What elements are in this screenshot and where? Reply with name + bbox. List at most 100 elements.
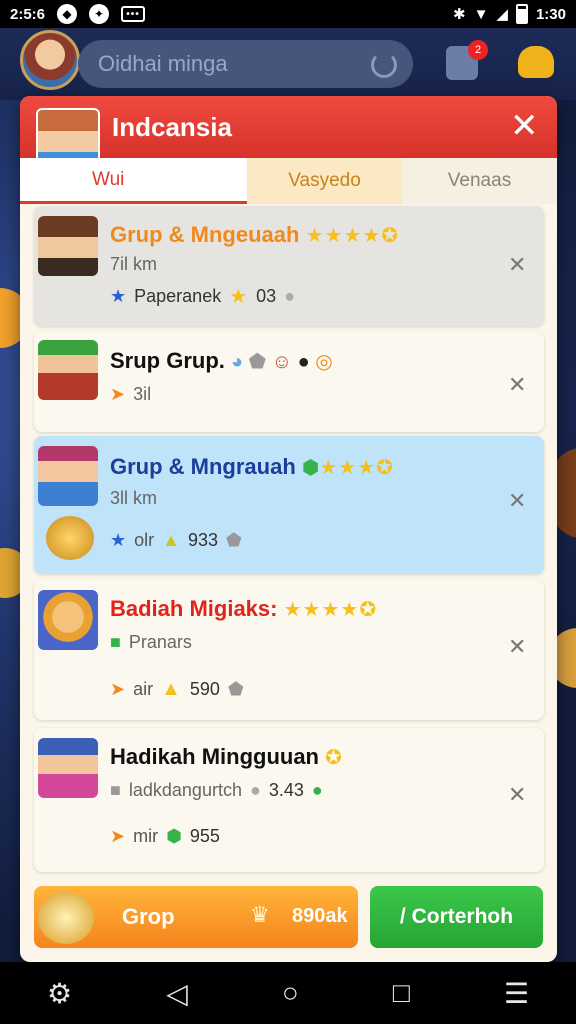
star-icon: ✪ [325,747,343,769]
list-item[interactable]: Grup & Mngrauah ⬢★★★✪ 3ll km ★ olr ▲ 933… [34,436,544,574]
tab-wui[interactable]: Wui [20,158,247,204]
item-title: Hadikah Mingguuan ✪ [110,744,343,770]
leaf-icon: ■ [110,632,121,652]
item-avatar [38,590,98,650]
group-button[interactable]: Grop ♛ 890ak [34,886,358,948]
badge-icon: ⬟ [227,679,244,699]
tab-vasyedo[interactable]: Vasyedo [247,158,402,204]
group-button-price: 890ak [292,905,348,927]
chat-icon[interactable] [518,46,554,78]
more-notifications-icon: ••• [121,6,146,22]
star-rating-icon: ★★★★✪ [305,225,400,247]
item-meta-row: ■ Pranars [110,632,192,653]
item-meta-label: Paperanek [134,286,222,306]
star-rating-icon: ⬢★★★✪ [301,457,394,479]
group-modal: Indcansia ✕ Wui Vasyedo Venaas Grup & Mn… [20,96,557,962]
item-avatar [38,446,98,506]
item-meta: ➤ mir ⬢ 955 [110,826,220,847]
star-icon: ★ [110,286,127,306]
search-input[interactable]: Oidhai minga [78,40,413,88]
item-meta-label: air [133,679,154,699]
item-meta-value: 955 [189,826,220,846]
app-notification-icon: ◆ [57,4,78,24]
status-time-right: 1:30 [535,5,566,23]
item-subtitle: ladkdangurtch [128,780,242,800]
list-item[interactable]: Badiah Migiaks: ★★★★✪ ■ Pranars ➤ air ▲ … [34,580,544,720]
item-meta: ➤ 3il [110,384,151,405]
modal-title: Indcansia [112,112,232,142]
badge-icon: ⬟ [226,530,242,550]
wifi-icon: ▼ [473,5,489,23]
close-icon[interactable]: ✕ [510,109,539,143]
tab-venaas[interactable]: Venaas [402,158,557,204]
remove-icon[interactable]: ✕ [508,488,526,514]
item-meta-label: mir [133,826,159,846]
item-meta-label: olr [134,530,155,550]
crown-icon: ▲ [162,530,180,550]
remove-icon[interactable]: ✕ [508,634,526,660]
back-icon[interactable]: ◁ [166,977,188,1010]
list-item[interactable]: Hadikah Mingguuan ✪ ■ ladkdangurtch ● 3.… [34,728,544,872]
group-button-label: Grop [122,904,175,929]
remove-icon[interactable]: ✕ [508,782,526,808]
crown-icon: ★ [229,286,249,308]
bluetooth-icon: ✱ [452,6,466,23]
item-meta-row: ■ ladkdangurtch ● 3.43 ● [110,780,323,801]
gem-icon: ⬢ [166,826,182,846]
item-avatar [38,738,98,798]
list-item[interactable]: Grup & Mngeuaah ★★★★✪ 7il km ★ Paperanek… [34,206,544,326]
remove-icon[interactable]: ✕ [508,252,526,278]
item-title: Srup Grup. ◕ ⬟ ☺ ● ◎ [110,348,333,374]
gem-icon: ● [311,780,323,800]
coin-pot-icon [38,892,94,944]
battery-icon [515,4,528,24]
item-avatar [38,340,98,400]
refresh-icon[interactable] [371,52,397,78]
profile-avatar[interactable] [20,30,80,90]
item-meta: ★ olr ▲ 933 ⬟ [110,530,242,551]
item-title-text: Badiah Migiaks: [110,596,278,621]
item-subtitle-value: 3.43 [268,780,304,800]
remove-icon[interactable]: ✕ [508,372,526,398]
item-subtitle: 3il [133,384,152,404]
bolt-icon: ➤ [110,826,126,846]
confirm-button[interactable]: / Corterhoh [370,886,543,948]
item-meta: ➤ air ▲ 590 ⬟ [110,678,244,701]
item-subtitle: 7il km [110,254,158,274]
search-placeholder: Oidhai minga [98,51,228,76]
item-meta: ★ Paperanek ★ 03 ● [110,284,295,309]
item-avatar [38,216,98,276]
item-meta-value: 03 [256,286,277,306]
signal-icon: ◢ [496,6,508,23]
tab-bar: Wui Vasyedo Venaas [20,158,557,204]
bolt-icon: ➤ [110,384,126,404]
list-item[interactable]: Srup Grup. ◕ ⬟ ☺ ● ◎ ➤ 3il ✕ [34,332,544,432]
item-title: Badiah Migiaks: ★★★★✪ [110,596,377,622]
star-rating-icon: ★★★★✪ [283,599,378,621]
menu-icon[interactable]: ☰ [504,977,529,1010]
system-nav-bar: ⚙ ◁ ○ □ ☰ [0,962,576,1024]
item-title-text: Hadikah Mingguuan [110,744,319,769]
status-bar: 2:5:6 ◆ ✦ ••• ✱ ▼ ◢ 1:30 [0,0,576,28]
home-icon[interactable]: ○ [282,977,299,1009]
badge-icon: ● [284,286,296,306]
document-icon: ■ [110,780,121,800]
recents-icon[interactable]: □ [393,977,410,1009]
item-subtitle: 3ll km [110,488,158,508]
item-title-text: Grup & Mngrauah [110,454,296,479]
star-icon: ★ [110,530,127,550]
coin-icon [46,516,94,560]
crown-icon: ▲ [161,678,182,700]
notification-badge: 2 [468,40,488,60]
item-title: Grup & Mngeuaah ★★★★✪ [110,222,399,248]
confirm-button-label: / Corterhoh [399,905,514,928]
chest-icon: ♛ [250,902,270,927]
modal-header: Indcansia ✕ [20,96,557,158]
item-meta-value: 933 [187,530,219,550]
item-title-text: Grup & Mngeuaah [110,222,300,247]
reaction-icons: ◕ ⬟ ☺ ● ◎ [231,351,333,373]
app-notification-icon-2: ✦ [89,4,110,24]
status-time-left: 2:5:6 [10,5,46,23]
item-title: Grup & Mngrauah ⬢★★★✪ [110,454,394,480]
settings-icon[interactable]: ⚙ [47,977,72,1010]
